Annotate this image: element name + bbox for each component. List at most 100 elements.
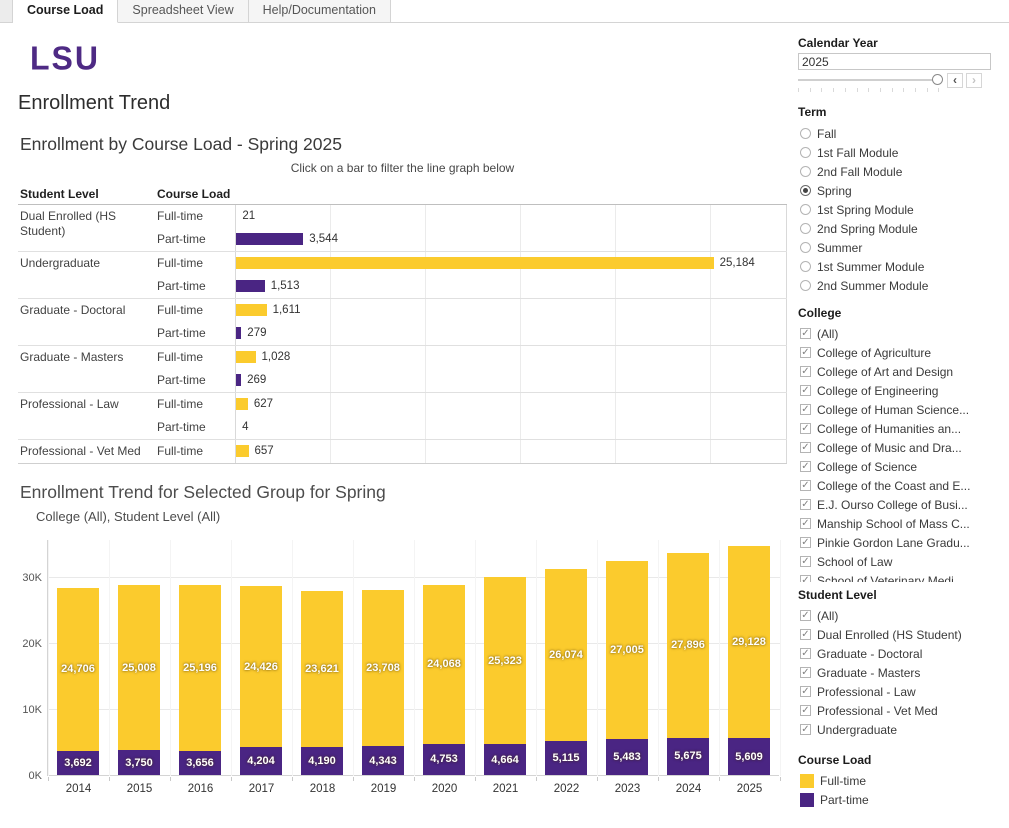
stacked-bar-2018[interactable]: 23,6214,190 bbox=[301, 591, 343, 775]
student-level-option-all[interactable]: ✓(All) bbox=[790, 606, 1009, 625]
term-option-summer[interactable]: Summer bbox=[790, 238, 1009, 257]
full-time-segment[interactable]: 23,708 bbox=[362, 590, 404, 747]
part-time-segment[interactable]: 4,190 bbox=[301, 747, 343, 775]
part-time-segment[interactable]: 3,750 bbox=[118, 750, 160, 775]
term-option-1st-spring-module[interactable]: 1st Spring Module bbox=[790, 200, 1009, 219]
tab-spreadsheet-view[interactable]: Spreadsheet View bbox=[118, 0, 248, 22]
radio-icon[interactable] bbox=[800, 128, 811, 139]
stacked-bar-2024[interactable]: 27,8965,675 bbox=[667, 553, 709, 775]
student-level-option-professional-law[interactable]: ✓Professional - Law bbox=[790, 682, 1009, 701]
checkbox-checked-icon[interactable]: ✓ bbox=[800, 404, 811, 415]
radio-icon[interactable] bbox=[800, 261, 811, 272]
checkbox-checked-icon[interactable]: ✓ bbox=[800, 499, 811, 510]
checkbox-checked-icon[interactable]: ✓ bbox=[800, 705, 811, 716]
bar-part-time[interactable] bbox=[236, 233, 303, 245]
college-option-all[interactable]: ✓(All) bbox=[790, 324, 1009, 343]
part-time-segment[interactable]: 5,675 bbox=[667, 738, 709, 776]
college-option-college-of-science[interactable]: ✓College of Science bbox=[790, 457, 1009, 476]
checkbox-checked-icon[interactable]: ✓ bbox=[800, 480, 811, 491]
bar-full-time[interactable] bbox=[236, 445, 249, 457]
part-time-segment[interactable]: 5,609 bbox=[728, 738, 770, 775]
part-time-segment[interactable]: 5,115 bbox=[545, 741, 587, 775]
checkbox-checked-icon[interactable]: ✓ bbox=[800, 686, 811, 697]
bar-part-time[interactable] bbox=[236, 280, 265, 292]
checkbox-checked-icon[interactable]: ✓ bbox=[800, 629, 811, 640]
tab-help-documentation[interactable]: Help/Documentation bbox=[249, 0, 391, 22]
part-time-segment[interactable]: 4,343 bbox=[362, 746, 404, 775]
student-level-option-graduate-doctoral[interactable]: ✓Graduate - Doctoral bbox=[790, 644, 1009, 663]
term-option-1st-summer-module[interactable]: 1st Summer Module bbox=[790, 257, 1009, 276]
stacked-bar-2025[interactable]: 29,1285,609 bbox=[728, 546, 770, 775]
full-time-segment[interactable]: 25,196 bbox=[179, 585, 221, 751]
student-level-option-undergraduate[interactable]: ✓Undergraduate bbox=[790, 720, 1009, 739]
chevron-right-icon[interactable]: › bbox=[966, 73, 982, 88]
full-time-segment[interactable]: 27,005 bbox=[606, 561, 648, 739]
checkbox-checked-icon[interactable]: ✓ bbox=[800, 385, 811, 396]
college-option-college-of-music-and-dra[interactable]: ✓College of Music and Dra... bbox=[790, 438, 1009, 457]
radio-icon[interactable] bbox=[800, 223, 811, 234]
checkbox-checked-icon[interactable]: ✓ bbox=[800, 556, 811, 567]
student-level-option-professional-vet-med[interactable]: ✓Professional - Vet Med bbox=[790, 701, 1009, 720]
part-time-segment[interactable]: 3,656 bbox=[179, 751, 221, 775]
checkbox-checked-icon[interactable]: ✓ bbox=[800, 328, 811, 339]
stacked-bar-2014[interactable]: 24,7063,692 bbox=[57, 588, 99, 775]
term-option-spring[interactable]: Spring bbox=[790, 181, 1009, 200]
stacked-bar-2019[interactable]: 23,7084,343 bbox=[362, 590, 404, 775]
checkbox-checked-icon[interactable]: ✓ bbox=[800, 610, 811, 621]
slider-handle[interactable] bbox=[932, 74, 943, 85]
college-option-manship-school-of-mass-c[interactable]: ✓Manship School of Mass C... bbox=[790, 514, 1009, 533]
bar-full-time[interactable] bbox=[236, 398, 248, 410]
full-time-segment[interactable]: 29,128 bbox=[728, 546, 770, 738]
radio-icon[interactable] bbox=[800, 242, 811, 253]
college-option-pinkie-gordon-lane-gradu[interactable]: ✓Pinkie Gordon Lane Gradu... bbox=[790, 533, 1009, 552]
term-option-2nd-fall-module[interactable]: 2nd Fall Module bbox=[790, 162, 1009, 181]
bar-full-time[interactable] bbox=[236, 257, 714, 269]
college-option-college-of-engineering[interactable]: ✓College of Engineering bbox=[790, 381, 1009, 400]
college-option-college-of-art-and-design[interactable]: ✓College of Art and Design bbox=[790, 362, 1009, 381]
term-option-fall[interactable]: Fall bbox=[790, 124, 1009, 143]
full-time-segment[interactable]: 24,706 bbox=[57, 588, 99, 751]
part-time-segment[interactable]: 4,664 bbox=[484, 744, 526, 775]
checkbox-checked-icon[interactable]: ✓ bbox=[800, 423, 811, 434]
college-option-e-j-ourso-college-of-busi[interactable]: ✓E.J. Ourso College of Busi... bbox=[790, 495, 1009, 514]
college-option-college-of-the-coast-and-e[interactable]: ✓College of the Coast and E... bbox=[790, 476, 1009, 495]
bar-full-time[interactable] bbox=[236, 351, 256, 363]
checkbox-checked-icon[interactable]: ✓ bbox=[800, 442, 811, 453]
checkbox-checked-icon[interactable]: ✓ bbox=[800, 648, 811, 659]
stacked-bar-2022[interactable]: 26,0745,115 bbox=[545, 569, 587, 775]
stacked-bar-2020[interactable]: 24,0684,753 bbox=[423, 585, 465, 775]
college-option-school-of-law[interactable]: ✓School of Law bbox=[790, 552, 1009, 571]
radio-icon[interactable] bbox=[800, 147, 811, 158]
full-time-segment[interactable]: 27,896 bbox=[667, 553, 709, 737]
term-option-2nd-spring-module[interactable]: 2nd Spring Module bbox=[790, 219, 1009, 238]
bar-part-time[interactable] bbox=[236, 327, 241, 339]
college-option-school-of-veterinary-medi[interactable]: ✓School of Veterinary Medi... bbox=[790, 571, 1009, 582]
part-time-segment[interactable]: 5,483 bbox=[606, 739, 648, 775]
stacked-bar-2021[interactable]: 25,3234,664 bbox=[484, 577, 526, 775]
full-time-segment[interactable]: 23,621 bbox=[301, 591, 343, 747]
student-level-option-graduate-masters[interactable]: ✓Graduate - Masters bbox=[790, 663, 1009, 682]
checkbox-checked-icon[interactable]: ✓ bbox=[800, 461, 811, 472]
checkbox-checked-icon[interactable]: ✓ bbox=[800, 537, 811, 548]
full-time-segment[interactable]: 24,068 bbox=[423, 585, 465, 744]
bar-full-time[interactable] bbox=[236, 304, 267, 316]
part-time-segment[interactable]: 4,204 bbox=[240, 747, 282, 775]
full-time-segment[interactable]: 25,323 bbox=[484, 577, 526, 744]
term-option-1st-fall-module[interactable]: 1st Fall Module bbox=[790, 143, 1009, 162]
part-time-segment[interactable]: 3,692 bbox=[57, 751, 99, 775]
part-time-segment[interactable]: 4,753 bbox=[423, 744, 465, 775]
stacked-bar-2017[interactable]: 24,4264,204 bbox=[240, 586, 282, 775]
legend-swatch-part-time[interactable] bbox=[800, 793, 814, 807]
legend-swatch-full-time[interactable] bbox=[800, 774, 814, 788]
legend-item-full-time[interactable]: Full-time bbox=[790, 771, 1009, 790]
college-option-college-of-humanities-an[interactable]: ✓College of Humanities an... bbox=[790, 419, 1009, 438]
radio-icon[interactable] bbox=[800, 280, 811, 291]
student-level-option-dual-enrolled-hs-student[interactable]: ✓Dual Enrolled (HS Student) bbox=[790, 625, 1009, 644]
college-option-college-of-agriculture[interactable]: ✓College of Agriculture bbox=[790, 343, 1009, 362]
college-option-college-of-human-science[interactable]: ✓College of Human Science... bbox=[790, 400, 1009, 419]
radio-icon[interactable] bbox=[800, 166, 811, 177]
full-time-segment[interactable]: 25,008 bbox=[118, 585, 160, 750]
tab-course-load[interactable]: Course Load bbox=[13, 0, 118, 23]
checkbox-checked-icon[interactable]: ✓ bbox=[800, 366, 811, 377]
radio-icon[interactable] bbox=[800, 185, 811, 196]
